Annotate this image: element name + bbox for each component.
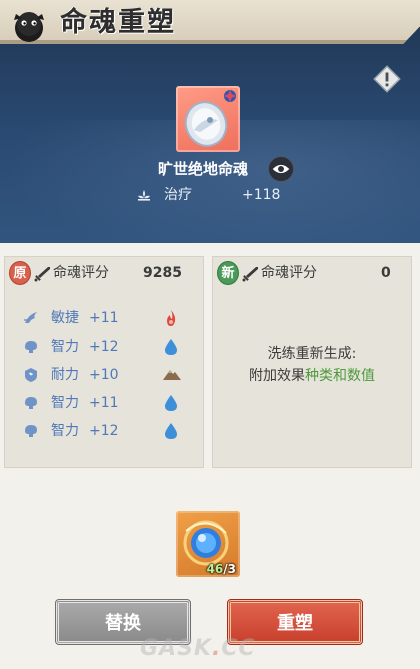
attribute-row: 智力 +12: [23, 420, 183, 442]
attribute-row: 智力 +12: [23, 336, 183, 358]
stamina-icon: [25, 368, 37, 382]
regenerate-hint-line2: 附加效果种类和数值: [213, 365, 411, 387]
new-attributes-panel: 新 命魂评分 0 洗练重新生成: 附加效果种类和数值: [212, 256, 412, 468]
attribute-row: 智力 +11: [23, 392, 183, 414]
hint-prefix: 附加效果: [249, 368, 305, 384]
attribute-name: 敏捷: [51, 310, 79, 326]
attribute-name: 耐力: [51, 367, 79, 383]
score-value: 9285: [143, 265, 182, 281]
stat-value: +118: [242, 187, 281, 203]
attribute-value: +12: [89, 339, 119, 355]
view-detail-button[interactable]: [268, 156, 294, 182]
intellect-icon: [25, 397, 37, 409]
hint-highlight: 种类和数值: [305, 368, 375, 384]
attribute-value: +10: [89, 367, 119, 383]
soul-item-icon[interactable]: [176, 86, 240, 152]
intellect-icon: [25, 341, 37, 353]
water-drop-icon: [165, 395, 177, 411]
intellect-icon: [25, 425, 37, 437]
new-badge: 新: [217, 261, 239, 285]
water-drop-icon: [165, 423, 177, 439]
attribute-row: 敏捷 +11: [23, 307, 183, 329]
fire-icon: [167, 310, 176, 326]
soul-main-stat: 治疗 +118: [136, 185, 306, 205]
panel-header: 原 命魂评分 9285: [5, 257, 203, 289]
sword-icon: [242, 267, 258, 282]
regenerate-hint: 洗练重新生成: 附加效果种类和数值: [213, 343, 411, 387]
score-value: 0: [381, 265, 391, 281]
original-attributes-panel: 原 命魂评分 9285 敏捷 +11 智力 +12 耐力 +10 智力 +11 …: [4, 256, 204, 468]
soul-name: 旷世绝地命魂: [158, 160, 249, 178]
attribute-name: 智力: [51, 423, 79, 439]
eye-icon: [272, 164, 290, 174]
page-title: 命魂重塑: [60, 7, 176, 38]
info-icon[interactable]: [372, 64, 402, 94]
stat-label: 治疗: [164, 187, 192, 203]
watermark-right: CC: [221, 636, 256, 661]
material-owned: 46: [206, 562, 224, 576]
mountain-icon: [163, 370, 181, 380]
water-drop-icon: [165, 339, 177, 355]
watermark: GASK.CC: [140, 636, 290, 666]
mascot-icon: [14, 12, 44, 42]
attribute-value: +12: [89, 423, 119, 439]
regenerate-hint-line1: 洗练重新生成:: [267, 346, 357, 362]
material-required: /3: [223, 562, 236, 576]
score-label: 命魂评分: [261, 265, 317, 281]
attribute-value: +11: [89, 395, 119, 411]
score-label: 命魂评分: [53, 265, 109, 281]
original-badge: 原: [9, 261, 31, 285]
attribute-value: +11: [89, 310, 119, 326]
soul-preview-area: 命魂重塑 旷世绝地命魂 治疗 +118: [0, 0, 420, 243]
watermark-left: GASK: [140, 636, 212, 661]
sword-icon: [34, 267, 50, 282]
lotus-heal-icon: [138, 190, 150, 201]
attribute-name: 智力: [51, 339, 79, 355]
agility-icon: [24, 312, 37, 323]
soul-orb-icon: [184, 90, 236, 147]
panel-header: 新 命魂评分 0: [213, 257, 411, 289]
attribute-name: 智力: [51, 395, 79, 411]
watermark-dot: .: [211, 636, 222, 661]
remake-material-slot[interactable]: 46/3: [176, 511, 240, 577]
attribute-row: 耐力 +10: [23, 364, 183, 386]
material-count: 46/3: [207, 562, 236, 576]
